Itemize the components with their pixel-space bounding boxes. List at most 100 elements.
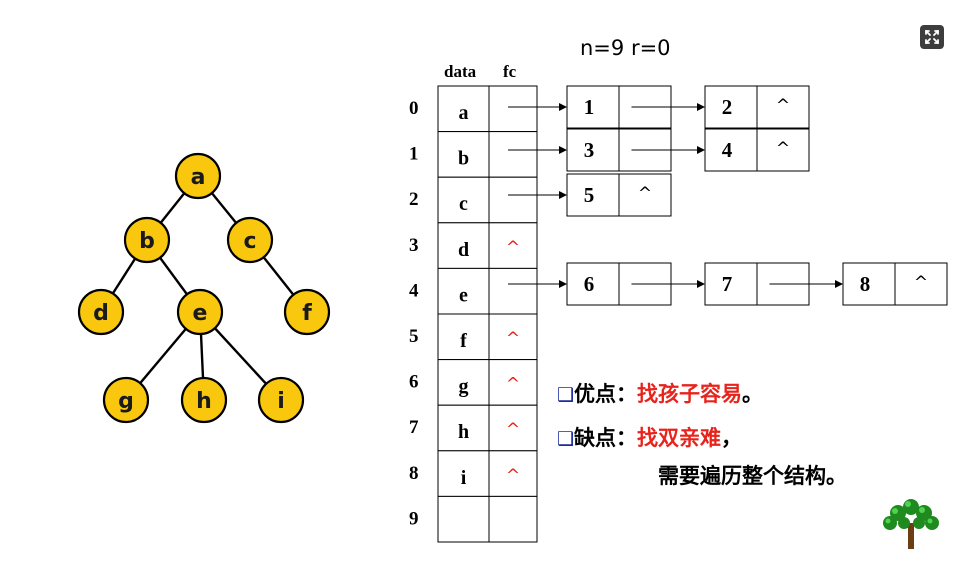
table-row: 6 g ^ [409, 359, 538, 406]
table-row: 1b [409, 131, 538, 178]
fc-cell [488, 176, 538, 224]
tree-node-h: h [180, 376, 228, 424]
data-value: b [458, 148, 469, 170]
row-index: 1 [409, 144, 419, 165]
next-null: ^ [776, 139, 790, 159]
tree-node-e: e [176, 288, 224, 336]
table-row: 0a [409, 85, 538, 133]
child-list-row-4: 6 7 8 ^ [508, 262, 948, 306]
fc-cell [488, 267, 538, 315]
node-label: d [93, 301, 109, 326]
con-note-line2: 需要遍历整个结构。 [658, 460, 847, 490]
node-label: a [191, 165, 206, 190]
row-index: 8 [409, 463, 419, 484]
n-r-label: n=9 r=0 [580, 36, 671, 60]
tree-node-g: g [102, 376, 150, 424]
con-end: ， [721, 426, 743, 450]
tree-node-f: f [283, 288, 331, 336]
data-value: c [459, 193, 468, 215]
node-label: f [302, 301, 312, 326]
child-index: 3 [584, 138, 595, 162]
tree-icon[interactable] [878, 495, 944, 551]
data-value: e [459, 284, 468, 306]
expand-icon [925, 30, 939, 44]
table-row: 2c [409, 176, 538, 224]
child-index: 7 [722, 272, 733, 296]
child-node: 2 ^ [704, 85, 810, 129]
arrow-head [697, 146, 705, 154]
arrow-head [559, 103, 567, 111]
con-line2: 需要遍历整个结构。 [658, 464, 847, 488]
table-row: 9 [409, 495, 538, 543]
pro-label: 优点： [574, 382, 638, 406]
fc-null: ^ [506, 238, 520, 258]
parent-array-table: 0 a1 b2 c3 d ^4 e5 f ^6 g ^7 h ^8 i ^9 [409, 85, 538, 543]
table-row: 3 d ^ [409, 222, 538, 269]
fc-cell [488, 85, 538, 133]
row-index: 7 [409, 417, 419, 438]
arrow-head [697, 280, 705, 288]
data-value: d [458, 239, 469, 261]
node-label: g [118, 389, 134, 414]
fc-null: ^ [506, 329, 520, 349]
data-value: a [459, 102, 469, 124]
data-value: h [458, 421, 469, 443]
con-note: ❑缺点：找双亲难， [557, 422, 742, 452]
node-label: e [193, 301, 208, 326]
fc-cell [488, 131, 538, 178]
fullscreen-toggle-button[interactable] [920, 25, 944, 49]
next-null: ^ [638, 184, 652, 204]
tree-node-c: c [226, 216, 274, 264]
fc-null: ^ [506, 466, 520, 486]
table-row: 7 h ^ [409, 404, 538, 452]
pro-end: 。 [742, 382, 764, 406]
con-label: 缺点： [574, 426, 638, 450]
child-node: 5 ^ [566, 173, 672, 217]
child-list-row-0: 1 2 ^ [508, 85, 810, 129]
child-node: 4 ^ [704, 128, 810, 172]
arrow-head [559, 191, 567, 199]
fc-column-header: fc [503, 62, 517, 81]
tree-node-b: b [123, 216, 171, 264]
table-row: 4e [409, 267, 538, 315]
arrow-head [559, 280, 567, 288]
data-column-header: data [444, 62, 477, 81]
tree-node-d: d [77, 288, 125, 336]
next-null: ^ [914, 273, 928, 293]
row-index: 3 [409, 235, 419, 256]
pro-value: 找孩子容易 [637, 382, 743, 406]
checkbox-bullet-icon: ❑ [557, 384, 575, 406]
row-index: 9 [409, 508, 419, 529]
row-index: 0 [409, 98, 419, 119]
data-cell [437, 495, 490, 543]
node-label: b [139, 229, 155, 254]
node-label: c [243, 229, 256, 254]
child-list-row-1: 3 4 ^ [508, 128, 810, 172]
child-node: 8 ^ [842, 262, 948, 306]
child-index: 8 [860, 272, 871, 296]
table-row: 8 i ^ [409, 450, 538, 497]
tree-node-i: i [257, 376, 305, 424]
child-index: 6 [584, 272, 595, 296]
tree-node-a: a [174, 152, 222, 200]
pro-note: ❑优点：找孩子容易。 [557, 378, 763, 408]
fc-cell [488, 495, 538, 543]
child-index: 2 [722, 95, 733, 119]
row-index: 6 [409, 372, 419, 393]
arrow-head [697, 103, 705, 111]
child-index: 5 [584, 183, 595, 207]
tree-edges [99, 175, 308, 401]
node-label: h [196, 389, 212, 414]
arrow-head [559, 146, 567, 154]
row-index: 5 [409, 326, 419, 347]
fc-null: ^ [506, 420, 520, 440]
data-value: f [460, 330, 467, 352]
next-null: ^ [776, 96, 790, 116]
child-index: 4 [722, 138, 733, 162]
node-label: i [277, 389, 285, 414]
child-linked-lists: 1 2 ^3 4 ^5 ^6 7 8 ^ [508, 85, 948, 306]
con-value: 找双亲难 [637, 426, 722, 450]
row-index: 4 [409, 280, 419, 301]
checkbox-bullet-icon: ❑ [557, 428, 575, 450]
arrow-head [835, 280, 843, 288]
